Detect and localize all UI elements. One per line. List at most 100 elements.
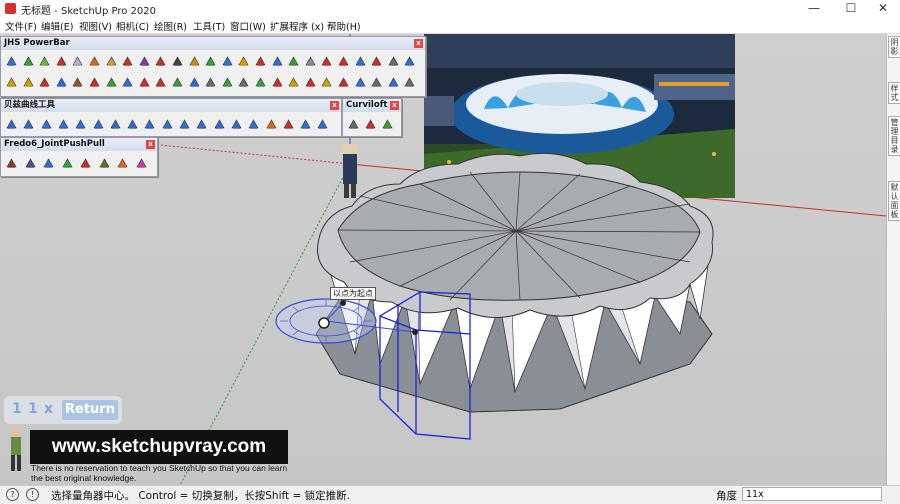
toolbar-tool-icon[interactable] [38,55,51,68]
toolbar-tool-icon[interactable] [304,76,317,89]
toolbar-tool-icon[interactable] [109,118,122,131]
toolbar-tool-icon[interactable] [98,157,111,170]
toolbar-tool-icon[interactable] [126,118,139,131]
toolbar-tool-icon[interactable] [5,55,18,68]
toolbar-tool-icon[interactable] [171,76,184,89]
toolbar-tool-icon[interactable] [121,76,134,89]
toolbar-tool-icon[interactable] [316,118,329,131]
toolbar-tool-icon[interactable] [287,55,300,68]
toolbar-tool-icon[interactable] [265,118,278,131]
menu-file[interactable]: 文件(F) [5,19,37,33]
toolbar-tool-icon[interactable] [55,76,68,89]
tab-styles[interactable]: 样式 [888,82,900,104]
close-icon[interactable]: x [330,101,339,110]
menu-draw[interactable]: 绘图(R) [154,19,187,33]
menu-extensions[interactable]: 扩展程序 (x) [270,19,324,33]
toolbar-tool-icon[interactable] [88,55,101,68]
toolbar-tool-icon[interactable] [387,55,400,68]
jhs-powerbar-toolbar[interactable]: JHS PowerBar x [0,36,426,97]
toolbar-tool-icon[interactable] [204,76,217,89]
toolbar-tool-icon[interactable] [38,76,51,89]
toolbar-tool-icon[interactable] [230,118,243,131]
toolbar-tool-icon[interactable] [287,76,300,89]
toolbar-tool-icon[interactable] [61,157,74,170]
geolocation-icon[interactable]: ? [6,488,19,501]
toolbar-tool-icon[interactable] [5,76,18,89]
toolbar-tool-icon[interactable] [40,118,53,131]
toolbar-tool-icon[interactable] [347,118,360,131]
close-icon[interactable]: x [414,39,423,48]
toolbar-tool-icon[interactable] [271,76,284,89]
measurement-input[interactable]: 11x [742,487,882,501]
toolbar-tool-icon[interactable] [354,55,367,68]
toolbar-tool-icon[interactable] [116,157,129,170]
toolbar-tool-icon[interactable] [337,76,350,89]
toolbar-tool-icon[interactable] [381,118,394,131]
toolbar-tool-icon[interactable] [403,55,416,68]
menu-help[interactable]: 帮助(H) [327,19,361,33]
toolbar-tool-icon[interactable] [370,76,383,89]
toolbar-tool-icon[interactable] [213,118,226,131]
toolbar-tool-icon[interactable] [254,55,267,68]
toolbar-tool-icon[interactable] [304,55,317,68]
toolbar-tool-icon[interactable] [171,55,184,68]
toolbar-tool-icon[interactable] [105,76,118,89]
toolbar-tool-icon[interactable] [88,76,101,89]
toolbar-tool-icon[interactable] [57,118,70,131]
tab-shadows[interactable]: 阴影 [888,36,900,58]
toolbar-tool-icon[interactable] [105,55,118,68]
toolbar-title[interactable]: JHS PowerBar x [1,37,425,50]
toolbar-tool-icon[interactable] [320,76,333,89]
toolbar-tool-icon[interactable] [271,55,284,68]
toolbar-tool-icon[interactable] [154,76,167,89]
toolbar-tool-icon[interactable] [237,76,250,89]
menu-view[interactable]: 视图(V) [79,19,112,33]
toolbar-tool-icon[interactable] [247,118,260,131]
toolbar-tool-icon[interactable] [299,118,312,131]
toolbar-tool-icon[interactable] [364,118,377,131]
toolbar-tool-icon[interactable] [188,55,201,68]
toolbar-tool-icon[interactable] [55,55,68,68]
toolbar-tool-icon[interactable] [5,118,18,131]
toolbar-tool-icon[interactable] [22,118,35,131]
toolbar-tool-icon[interactable] [138,76,151,89]
menu-tools[interactable]: 工具(T) [193,19,225,33]
toolbar-tool-icon[interactable] [92,118,105,131]
toolbar-title[interactable]: Curviloft x [343,99,401,112]
curviloft-toolbar[interactable]: Curviloft x [342,98,402,137]
menu-camera[interactable]: 相机(C) [116,19,149,33]
bezier-curve-toolbar[interactable]: 贝兹曲线工具 x [0,98,342,137]
toolbar-tool-icon[interactable] [74,118,87,131]
toolbar-tool-icon[interactable] [387,76,400,89]
toolbar-title[interactable]: 贝兹曲线工具 x [1,99,341,112]
toolbar-tool-icon[interactable] [143,118,156,131]
fredo-jointpushpull-toolbar[interactable]: Fredo6_JointPushPull x [0,137,158,177]
toolbar-tool-icon[interactable] [254,76,267,89]
close-button[interactable]: ✕ [866,0,900,17]
toolbar-tool-icon[interactable] [71,76,84,89]
toolbar-tool-icon[interactable] [135,157,148,170]
toolbar-tool-icon[interactable] [42,157,55,170]
close-icon[interactable]: x [390,101,399,110]
toolbar-tool-icon[interactable] [188,76,201,89]
toolbar-tool-icon[interactable] [161,118,174,131]
toolbar-tool-icon[interactable] [237,55,250,68]
toolbar-tool-icon[interactable] [370,55,383,68]
toolbar-tool-icon[interactable] [154,55,167,68]
toolbar-tool-icon[interactable] [71,55,84,68]
info-icon[interactable]: ! [26,488,39,501]
toolbar-tool-icon[interactable] [22,76,35,89]
toolbar-tool-icon[interactable] [22,55,35,68]
toolbar-tool-icon[interactable] [337,55,350,68]
toolbar-tool-icon[interactable] [320,55,333,68]
toolbar-tool-icon[interactable] [282,118,295,131]
toolbar-tool-icon[interactable] [195,118,208,131]
toolbar-tool-icon[interactable] [79,157,92,170]
tab-default-panel[interactable]: 默认面板 [888,181,900,221]
toolbar-tool-icon[interactable] [354,76,367,89]
maximize-button[interactable]: ☐ [834,0,868,17]
menu-edit[interactable]: 编辑(E) [41,19,73,33]
minimize-button[interactable]: — [797,0,831,17]
toolbar-tool-icon[interactable] [178,118,191,131]
toolbar-tool-icon[interactable] [221,55,234,68]
